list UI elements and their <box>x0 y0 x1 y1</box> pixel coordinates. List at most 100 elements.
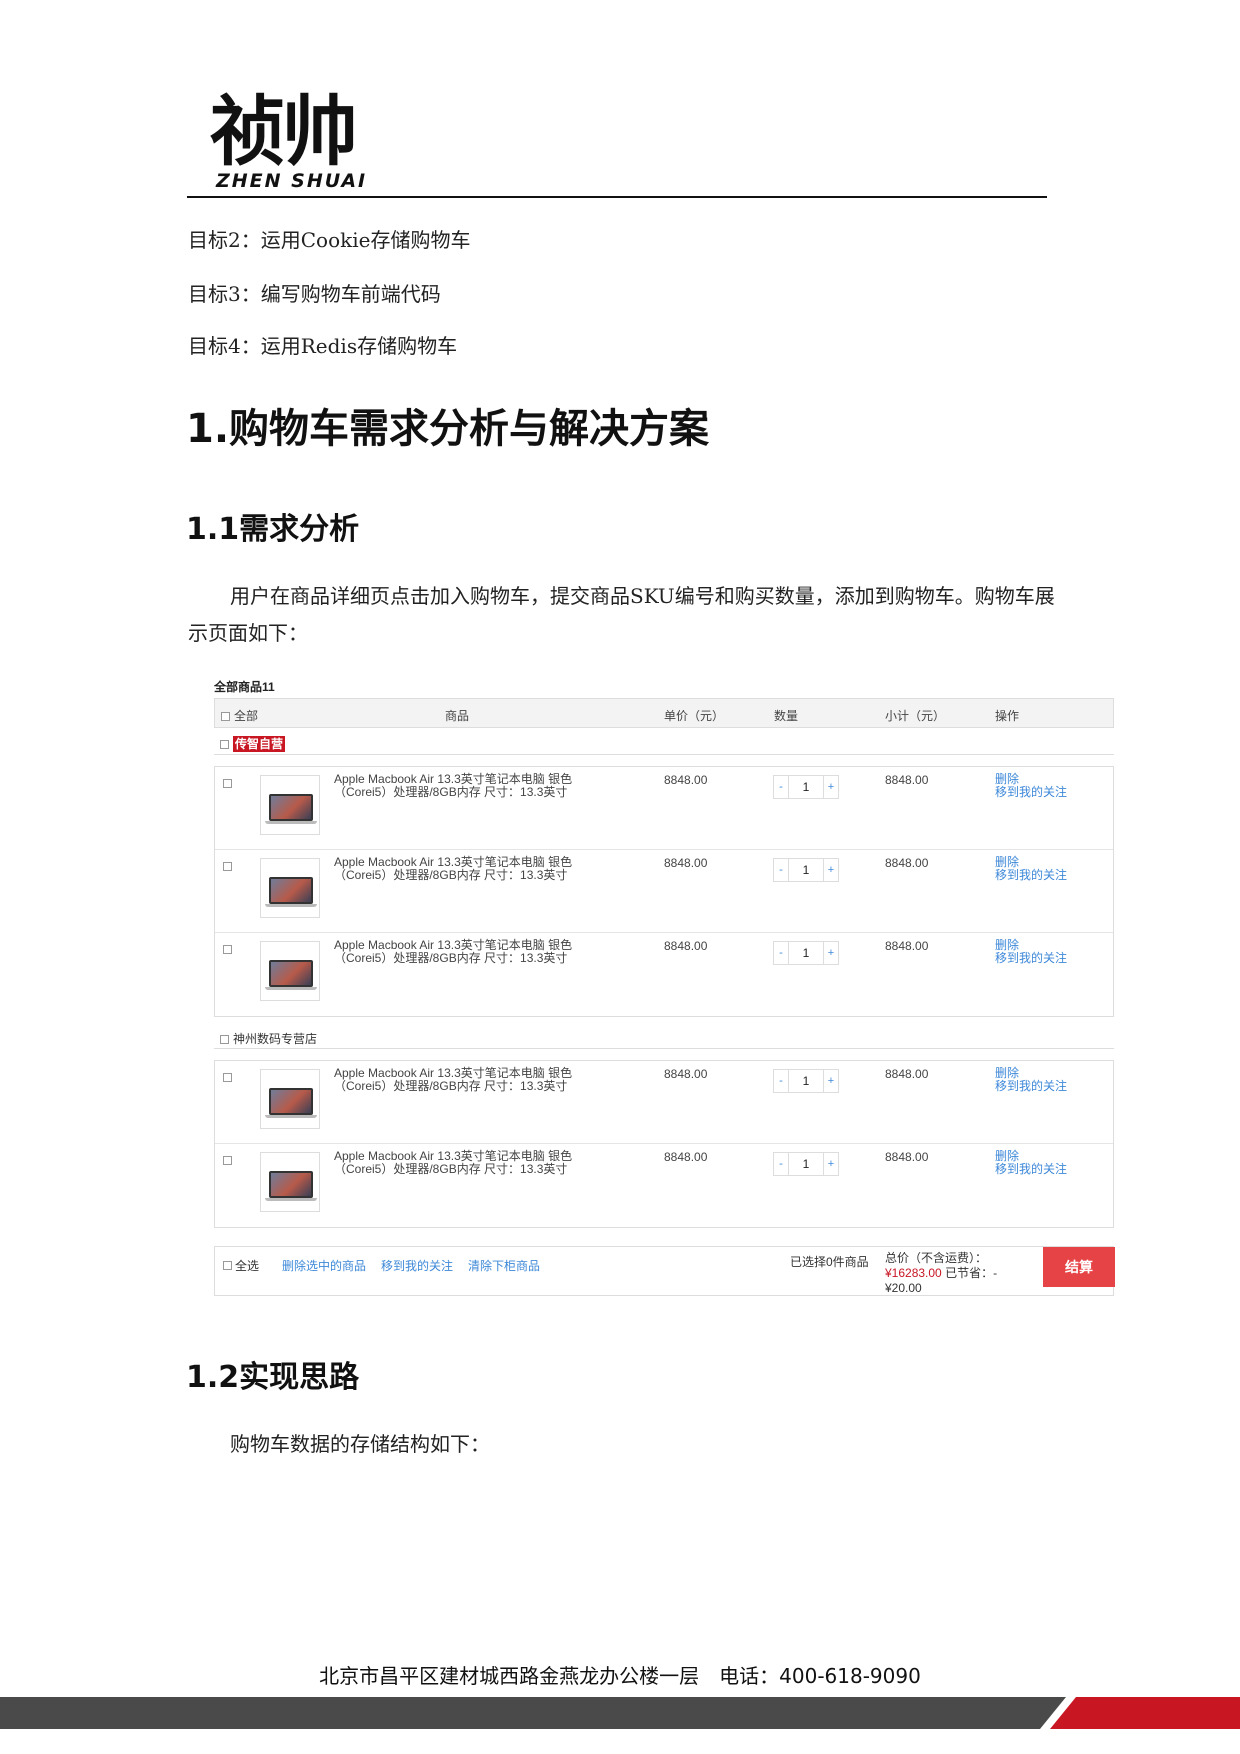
cart-table-header: 全部 商品 单价（元） 数量 小计（元） 操作 <box>214 698 1114 728</box>
move-to-follow-link[interactable]: 移到我的关注 <box>995 786 1067 799</box>
desc-line[interactable]: （Corei5）处理器/8GB内存 尺寸：13.3英寸 <box>334 1080 594 1093</box>
quantity-stepper[interactable]: - 1 + <box>773 858 839 882</box>
footer-band-red <box>1050 1697 1240 1729</box>
product-image[interactable] <box>260 941 320 1001</box>
item-subtotal: 8848.00 <box>885 856 929 870</box>
header-select-all[interactable]: 全部 <box>221 707 258 724</box>
product-image[interactable] <box>260 775 320 835</box>
move-to-follow-link[interactable]: 移到我的关注 <box>995 952 1067 965</box>
quantity-stepper[interactable]: - 1 + <box>773 1069 839 1093</box>
qty-plus-button[interactable]: + <box>823 941 839 965</box>
total-value: ¥16283.00 <box>885 1266 942 1280</box>
quantity-stepper[interactable]: - 1 + <box>773 941 839 965</box>
checkbox-icon[interactable] <box>220 740 229 750</box>
desc-line[interactable]: （Corei5）处理器/8GB内存 尺寸：13.3英寸 <box>334 869 594 882</box>
section-1-heading: 1.购物车需求分析与解决方案 <box>186 406 710 452</box>
item-subtotal: 8848.00 <box>885 1067 929 1081</box>
select-all-label[interactable]: 全选 <box>235 1257 259 1274</box>
product-description[interactable]: Apple Macbook Air 13.3英寸笔记本电脑 银色 （Corei5）… <box>334 773 594 799</box>
cart-item: Apple Macbook Air 13.3英寸笔记本电脑 银色 （Corei5）… <box>215 1061 1113 1144</box>
qty-plus-button[interactable]: + <box>823 775 839 799</box>
checkbox-icon[interactable] <box>221 712 230 722</box>
desc-line[interactable]: （Corei5）处理器/8GB内存 尺寸：13.3英寸 <box>334 1163 594 1176</box>
item-operations: 删除 移到我的关注 <box>995 939 1067 965</box>
total-summary: 总价（不含运费）： ¥16283.00 已节省：- ¥20.00 <box>885 1251 1010 1296</box>
saved-value: ¥20.00 <box>885 1281 922 1295</box>
goal-4: 目标4：运用Redis存储购物车 <box>188 334 458 358</box>
cart-group: Apple Macbook Air 13.3英寸笔记本电脑 银色 （Corei5）… <box>214 766 1114 1017</box>
qty-input[interactable]: 1 <box>789 1152 823 1176</box>
item-subtotal: 8848.00 <box>885 939 929 953</box>
divider <box>214 1048 1114 1049</box>
qty-plus-button[interactable]: + <box>823 858 839 882</box>
qty-input[interactable]: 1 <box>789 1069 823 1093</box>
qty-plus-button[interactable]: + <box>823 1152 839 1176</box>
logo-chinese: 祯帅 <box>210 87 358 176</box>
product-description[interactable]: Apple Macbook Air 13.3英寸笔记本电脑 银色 （Corei5）… <box>334 1150 594 1176</box>
footer-address: 北京市昌平区建材城西路金燕龙办公楼一层 电话：400-618-9090 <box>319 1664 921 1688</box>
quantity-stepper[interactable]: - 1 + <box>773 1152 839 1176</box>
item-operations: 删除 移到我的关注 <box>995 1150 1067 1176</box>
unit-price: 8848.00 <box>664 773 708 787</box>
cart-footer: 全选 删除选中的商品 移到我的关注 清除下柜商品 已选择0件商品 总价（不含运费… <box>214 1246 1115 1296</box>
checkbox-icon[interactable] <box>223 1156 232 1165</box>
shop-name[interactable]: 神州数码专营店 <box>233 1032 317 1046</box>
qty-minus-button[interactable]: - <box>773 1152 789 1176</box>
cart-item: Apple Macbook Air 13.3英寸笔记本电脑 银色 （Corei5）… <box>215 933 1113 1016</box>
checkbox-icon[interactable] <box>223 862 232 871</box>
product-description[interactable]: Apple Macbook Air 13.3英寸笔记本电脑 银色 （Corei5）… <box>334 1067 594 1093</box>
qty-input[interactable]: 1 <box>789 941 823 965</box>
checkbox-icon[interactable] <box>223 945 232 954</box>
footer-band <box>0 1697 1240 1729</box>
checkbox-icon[interactable] <box>220 1035 229 1045</box>
checkbox-icon[interactable] <box>223 779 232 788</box>
product-image[interactable] <box>260 1152 320 1212</box>
unit-price: 8848.00 <box>664 1067 708 1081</box>
product-image[interactable] <box>260 858 320 918</box>
qty-input[interactable]: 1 <box>789 775 823 799</box>
checkout-button[interactable]: 结算 <box>1043 1247 1115 1287</box>
move-to-follow-link[interactable]: 移到我的关注 <box>995 1080 1067 1093</box>
product-image[interactable] <box>260 1069 320 1129</box>
item-operations: 删除 移到我的关注 <box>995 1067 1067 1093</box>
section-1-2-heading: 1.2实现思路 <box>186 1360 360 1395</box>
checkbox-icon[interactable] <box>223 1261 232 1270</box>
saved-label: 已节省：- <box>945 1266 998 1280</box>
qty-minus-button[interactable]: - <box>773 775 789 799</box>
shop-header[interactable]: 神州数码专营店 <box>220 1030 317 1047</box>
qty-plus-button[interactable]: + <box>823 1069 839 1093</box>
header-subtotal: 小计（元） <box>885 709 946 723</box>
qty-minus-button[interactable]: - <box>773 858 789 882</box>
header-quantity: 数量 <box>774 709 799 723</box>
desc-line[interactable]: （Corei5）处理器/8GB内存 尺寸：13.3英寸 <box>334 952 594 965</box>
cart-title: 全部商品11 <box>214 680 275 694</box>
section-1-1-heading: 1.1需求分析 <box>186 512 360 547</box>
item-operations: 删除 移到我的关注 <box>995 856 1067 882</box>
checkbox-icon[interactable] <box>223 1073 232 1082</box>
unit-price: 8848.00 <box>664 939 708 953</box>
logo-english: ZHEN SHUAI <box>216 170 368 192</box>
header-product: 商品 <box>445 709 470 723</box>
move-to-follow-link[interactable]: 移到我的关注 <box>381 1257 453 1274</box>
divider <box>214 754 1114 755</box>
selected-count: 已选择0件商品 <box>790 1255 869 1269</box>
quantity-stepper[interactable]: - 1 + <box>773 775 839 799</box>
qty-input[interactable]: 1 <box>789 858 823 882</box>
product-description[interactable]: Apple Macbook Air 13.3英寸笔记本电脑 银色 （Corei5）… <box>334 939 594 965</box>
unit-price: 8848.00 <box>664 1150 708 1164</box>
unit-price: 8848.00 <box>664 856 708 870</box>
header-unit-price: 单价（元） <box>664 709 725 723</box>
section-1-1-paragraph: 用户在商品详细页点击加入购物车，提交商品SKU编号和购买数量，添加到购物车。购物… <box>188 584 1055 645</box>
cart-group: Apple Macbook Air 13.3英寸笔记本电脑 银色 （Corei5）… <box>214 1060 1114 1228</box>
clear-removed-link[interactable]: 清除下柜商品 <box>468 1257 540 1274</box>
desc-line[interactable]: （Corei5）处理器/8GB内存 尺寸：13.3英寸 <box>334 786 594 799</box>
move-to-follow-link[interactable]: 移到我的关注 <box>995 1163 1067 1176</box>
product-description[interactable]: Apple Macbook Air 13.3英寸笔记本电脑 银色 （Corei5）… <box>334 856 594 882</box>
qty-minus-button[interactable]: - <box>773 1069 789 1093</box>
move-to-follow-link[interactable]: 移到我的关注 <box>995 869 1067 882</box>
item-operations: 删除 移到我的关注 <box>995 773 1067 799</box>
shop-name[interactable]: 传智自营 <box>233 736 286 752</box>
qty-minus-button[interactable]: - <box>773 941 789 965</box>
delete-selected-link[interactable]: 删除选中的商品 <box>282 1257 366 1274</box>
shop-header[interactable]: 传智自营 <box>220 735 286 752</box>
